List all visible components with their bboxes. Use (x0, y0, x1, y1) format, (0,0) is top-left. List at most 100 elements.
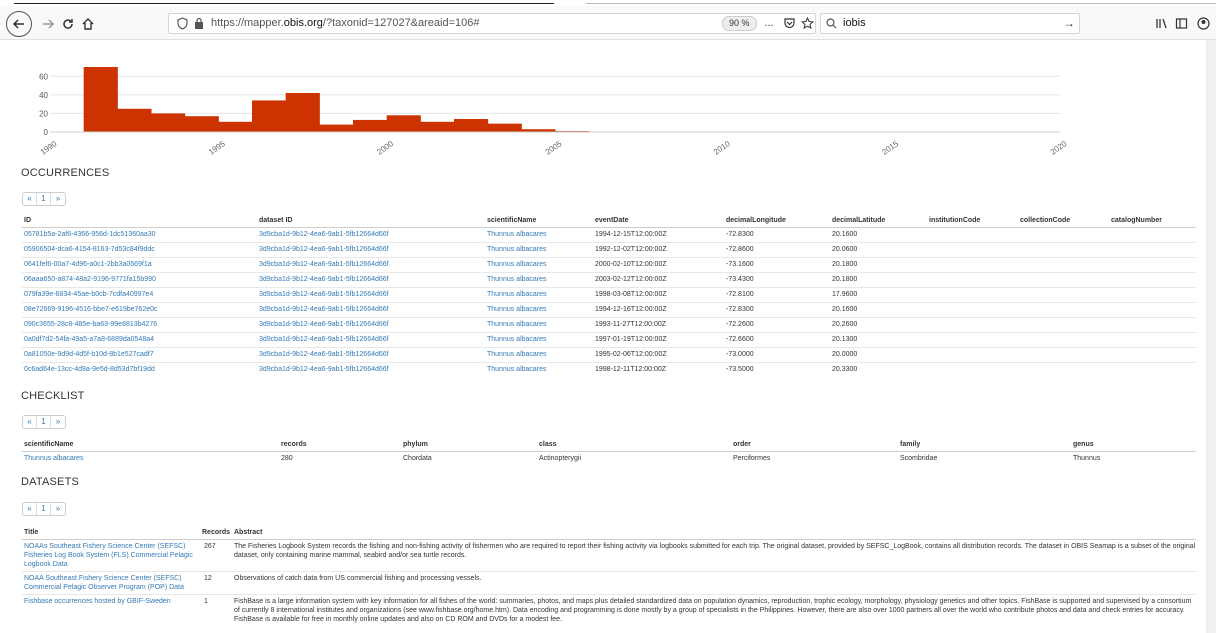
table-cell: 267 (200, 538, 232, 571)
table-cell: 20.1300 (830, 331, 927, 347)
cell-link[interactable]: 0c6ad64e-13cc-4d9a-9e5d-8d53d7bf19dd (22, 361, 257, 377)
tab-strip-line (586, 3, 1216, 4)
table-row: 0641fef6-00a7-4d96-a0c1-2bb3a0569f1a 3d9c… (22, 256, 1196, 272)
pager-prev[interactable]: « (23, 416, 37, 428)
table-row: 079fa39e-6834-45ae-b0cb-7cdfa40997e4 3d9c… (22, 286, 1196, 302)
library-icon[interactable] (1152, 14, 1170, 32)
cell-link[interactable]: NOAAs Southeast Fishery Science Center (… (22, 538, 200, 571)
column-header[interactable]: institutionCode (927, 214, 1018, 228)
pager-next[interactable]: » (51, 503, 65, 515)
column-header[interactable]: scientificName (22, 438, 279, 452)
table-row: 0a0df7d2-54fa-49a5-a7a8-6889da0548a4 3d9c… (22, 331, 1196, 347)
column-header[interactable]: family (898, 438, 1071, 452)
lock-icon[interactable] (194, 17, 204, 30)
cell-link[interactable]: 3d9cba1d-9b12-4ea6-9ab1-5fb12664d66f (257, 286, 485, 302)
table-cell: -73.1600 (724, 256, 830, 272)
table-header-row: scientificName records phylum class order fam… (22, 438, 1196, 452)
account-icon[interactable] (1194, 14, 1212, 32)
arrow-right-icon (43, 19, 55, 29)
table-cell: 2000-02-10T12:00:00Z (593, 256, 724, 272)
cell-link[interactable]: 3d9cba1d-9b12-4ea6-9ab1-5fb12664d66f (257, 226, 485, 242)
column-header[interactable]: order (731, 438, 898, 452)
cell-link[interactable]: Thunnus albacares (22, 450, 279, 466)
cell-link[interactable]: Thunnus albacares (485, 331, 593, 347)
pager-page-1[interactable]: 1 (37, 193, 51, 205)
cell-link[interactable]: Thunnus albacares (485, 271, 593, 287)
cell-link[interactable]: 3d9cba1d-9b12-4ea6-9ab1-5fb12664d66f (257, 256, 485, 272)
home-button[interactable] (76, 12, 100, 36)
cell-link[interactable]: NOAA Southeast Fishery Science Center (S… (22, 570, 200, 594)
bar (319, 124, 354, 132)
cell-link[interactable]: Thunnus albacares (485, 286, 593, 302)
column-header[interactable]: collectionCode (1018, 214, 1109, 228)
cell-link[interactable]: 3d9cba1d-9b12-4ea6-9ab1-5fb12664d66f (257, 241, 485, 257)
cell-link[interactable]: 06aaa650-a874-48a2-9196-9771fa15b990 (22, 271, 257, 287)
table-cell: -72.8300 (724, 226, 830, 242)
pager-prev[interactable]: « (23, 503, 37, 515)
y-tick-label: 40 (39, 91, 48, 100)
pager-page-1[interactable]: 1 (37, 416, 51, 428)
address-bar[interactable]: https://mapper.obis.org/?taxonid=127027&… (168, 13, 816, 34)
cell-link[interactable]: 05906504-dca6-4154-8163-7d53c84f9ddc (22, 241, 257, 257)
column-header[interactable]: catalogNumber (1109, 214, 1196, 228)
cell-link[interactable]: 3d9cba1d-9b12-4ea6-9ab1-5fb12664d66f (257, 346, 485, 362)
cell-link[interactable]: 3d9cba1d-9b12-4ea6-9ab1-5fb12664d66f (257, 361, 485, 377)
pager-next[interactable]: » (51, 193, 65, 205)
cell-link[interactable]: 0a81050e-9d9d-4d5f-b10d-8b1e527cadf7 (22, 346, 257, 362)
cell-link[interactable]: 079fa39e-6834-45ae-b0cb-7cdfa40997e4 (22, 286, 257, 302)
column-header[interactable]: phylum (401, 438, 537, 452)
column-header[interactable]: Title (22, 526, 200, 540)
cell-link[interactable]: Thunnus albacares (485, 361, 593, 377)
column-header[interactable]: ID (22, 214, 257, 228)
table-cell: 20.1800 (830, 271, 927, 287)
cell-link[interactable]: 05781b5a-2af6-4366-956d-1dc51360aa30 (22, 226, 257, 242)
column-header[interactable]: records (279, 438, 401, 452)
cell-link[interactable]: 3d9cba1d-9b12-4ea6-9ab1-5fb12664d66f (257, 301, 485, 317)
table-cell (927, 226, 1018, 242)
bar (285, 93, 320, 132)
pocket-icon[interactable] (780, 14, 798, 32)
search-go-icon[interactable]: → (1060, 14, 1078, 32)
search-box[interactable]: iobis (820, 13, 1080, 34)
sidebar-icon[interactable] (1172, 14, 1190, 32)
cell-link[interactable]: 3d9cba1d-9b12-4ea6-9ab1-5fb12664d66f (257, 331, 485, 347)
column-header[interactable]: decimalLatitude (830, 214, 927, 228)
pager-prev[interactable]: « (23, 193, 37, 205)
bookmark-star-icon[interactable] (798, 14, 816, 32)
cell-link[interactable]: 0a0df7d2-54fa-49a5-a7a8-6889da0548a4 (22, 331, 257, 347)
url-text[interactable]: https://mapper.obis.org/?taxonid=127027&… (211, 17, 480, 29)
cell-link[interactable]: 0641fef6-00a7-4d96-a0c1-2bb3a0569f1a (22, 256, 257, 272)
page-scrollbar[interactable] (1206, 40, 1216, 633)
cell-link[interactable]: Thunnus albacares (485, 241, 593, 257)
column-header[interactable]: eventDate (593, 214, 724, 228)
page-actions-icon[interactable]: ... (760, 14, 778, 32)
cell-link[interactable]: 3d9cba1d-9b12-4ea6-9ab1-5fb12664d66f (257, 271, 485, 287)
cell-link[interactable]: Fishbase occurrences hosted by GBIF-Swed… (22, 593, 200, 626)
column-header[interactable]: class (537, 438, 731, 452)
url-prefix: https://mapper. (211, 17, 284, 29)
search-input[interactable]: iobis (843, 17, 866, 29)
cell-link[interactable]: 08e72669-9196-4516-bbe7-e619be762e0c (22, 301, 257, 317)
cell-link[interactable]: 090c3655-28c8-485e-ba63-99e8813b4276 (22, 316, 257, 332)
checklist-table: scientificName records phylum class order fam… (22, 438, 1196, 466)
table-cell: -72.8100 (724, 286, 830, 302)
column-header[interactable]: Records (200, 526, 232, 540)
cell-link[interactable]: Thunnus albacares (485, 346, 593, 362)
cell-link[interactable]: 3d9cba1d-9b12-4ea6-9ab1-5fb12664d66f (257, 316, 485, 332)
zoom-level-button[interactable]: 90 % (722, 16, 757, 31)
cell-link[interactable]: Thunnus albacares (485, 226, 593, 242)
column-header[interactable]: Abstract (232, 526, 1196, 540)
pager-page-1[interactable]: 1 (37, 503, 51, 515)
column-header[interactable]: decimalLongitude (724, 214, 830, 228)
column-header[interactable]: scientificName (485, 214, 593, 228)
table-row: NOAA Southeast Fishery Science Center (S… (22, 570, 1196, 594)
column-header[interactable]: genus (1071, 438, 1196, 452)
shield-icon[interactable] (177, 17, 188, 30)
back-button[interactable] (6, 11, 32, 37)
column-header[interactable]: dataset ID (257, 214, 485, 228)
cell-link[interactable]: Thunnus albacares (485, 256, 593, 272)
cell-link[interactable]: Thunnus albacares (485, 301, 593, 317)
cell-link[interactable]: Thunnus albacares (485, 316, 593, 332)
pager-next[interactable]: » (51, 416, 65, 428)
checklist-title: CHECKLIST (21, 390, 85, 402)
